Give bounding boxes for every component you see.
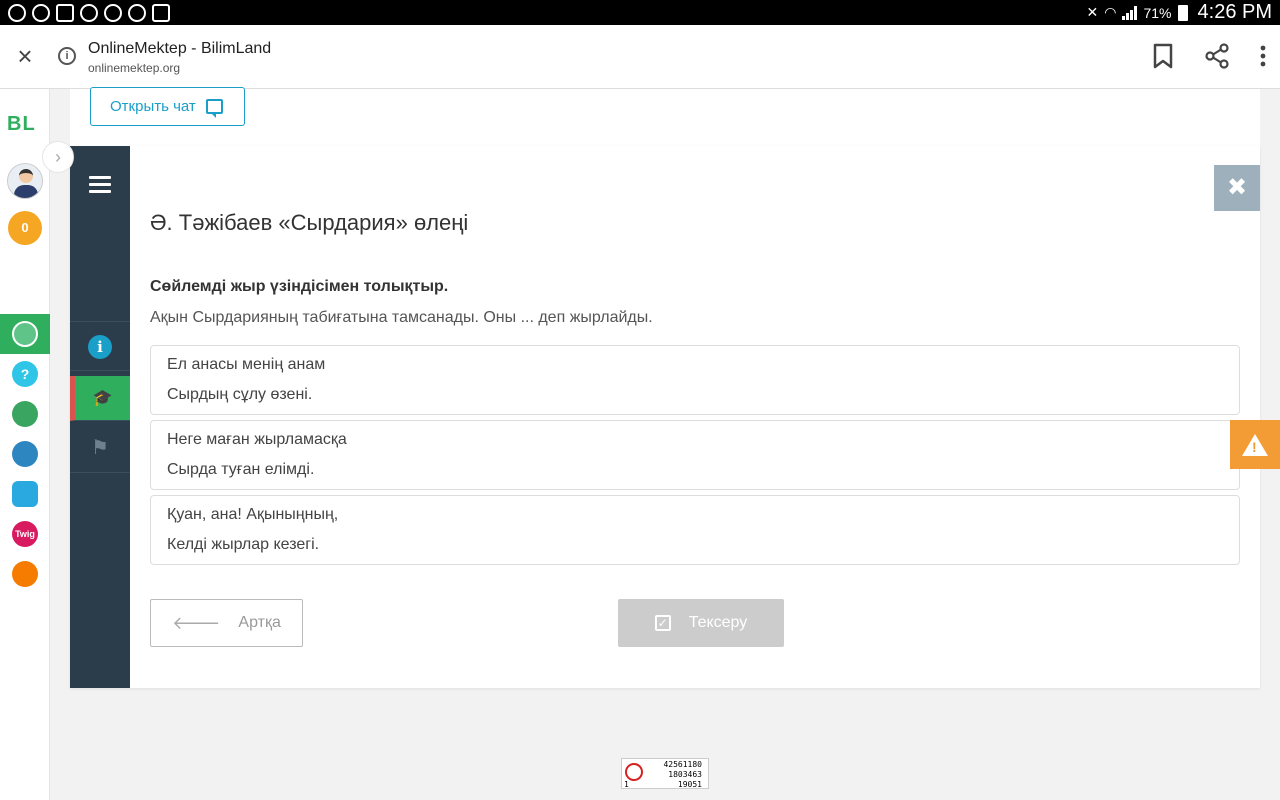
sidebar-item-help[interactable]: ? bbox=[0, 354, 50, 394]
back-label: Артқа bbox=[238, 614, 281, 631]
avatar[interactable] bbox=[7, 163, 43, 199]
lesson-title: Ә. Тәжібаев «Сырдария» өлеңі bbox=[150, 210, 469, 235]
option-line: Келді жырлар кезегі. bbox=[167, 536, 320, 553]
imagine-icon bbox=[12, 561, 38, 587]
counter-logo-icon bbox=[625, 763, 643, 781]
lesson-info-button[interactable]: i bbox=[70, 323, 130, 371]
page-title: OnlineMektep - BilimLand bbox=[88, 40, 272, 57]
bilimland-logo[interactable]: BL bbox=[7, 113, 36, 136]
onlinemektep-icon bbox=[12, 321, 38, 347]
open-chat-button[interactable]: Открыть чат bbox=[90, 87, 245, 126]
warning-icon bbox=[1242, 433, 1268, 456]
task-title: Сөйлемді жыр үзіндісімен толықтыр. bbox=[150, 278, 449, 295]
checkbox-icon: ✓ bbox=[654, 615, 671, 631]
whatsapp-icon bbox=[8, 4, 26, 22]
chrome-icon bbox=[80, 4, 98, 22]
notification-icons bbox=[8, 4, 170, 22]
report-problem-button[interactable] bbox=[1230, 420, 1280, 469]
sidebar-item-onlinemektep[interactable] bbox=[0, 314, 50, 354]
share-icon[interactable] bbox=[1204, 43, 1230, 74]
sidebar-item-test[interactable] bbox=[0, 474, 50, 514]
lesson-card: i 🎓 ⚑ ✖ Ә. Тәжібаев «Сырдария» өлеңі Сөй… bbox=[70, 146, 1260, 688]
bookmark-icon[interactable] bbox=[1152, 43, 1174, 74]
battery-icon bbox=[1177, 4, 1188, 21]
browser-actions bbox=[1152, 43, 1266, 74]
help-icon: ? bbox=[12, 361, 38, 387]
counter-corner: 1 bbox=[624, 780, 629, 789]
app-list: ? Twig bbox=[0, 314, 50, 594]
chrome-icon bbox=[128, 4, 146, 22]
lesson-menu-button[interactable] bbox=[70, 146, 130, 322]
wifi-icon: ◠ bbox=[1104, 4, 1117, 20]
expand-sidebar-button[interactable]: › bbox=[42, 141, 74, 173]
counter-month: 1803463 bbox=[668, 770, 702, 779]
bilimbook-icon bbox=[12, 441, 38, 467]
clock: 4:26 PM bbox=[1197, 1, 1272, 23]
info-icon: i bbox=[88, 334, 112, 359]
check-label: Тексеру bbox=[688, 614, 748, 631]
check-button[interactable]: ✓ Тексеру bbox=[618, 599, 784, 647]
signal-icon bbox=[1122, 5, 1138, 20]
bilimland-icon bbox=[12, 401, 38, 427]
option-line: Қуан, ана! Ақыныңның, bbox=[167, 506, 339, 523]
answer-option[interactable]: Қуан, ана! Ақыныңның, Келді жырлар кезег… bbox=[150, 495, 1240, 565]
sidebar-item-bilimbook[interactable] bbox=[0, 434, 50, 474]
sim-icon bbox=[152, 4, 170, 22]
flag-icon: ⚑ bbox=[91, 436, 109, 459]
graduation-cap-icon: 🎓 bbox=[92, 390, 113, 407]
more-menu-icon[interactable] bbox=[1260, 45, 1266, 72]
browser-toolbar: × i OnlineMektep - BilimLand onlinemekte… bbox=[0, 25, 1280, 89]
site-info-icon[interactable]: i bbox=[58, 47, 76, 65]
battery-percent: 71% bbox=[1143, 4, 1172, 21]
answer-option[interactable]: Неге маған жырламасқа Сырда туған елімді… bbox=[150, 420, 1240, 490]
chrome-icon bbox=[104, 4, 122, 22]
coins-badge[interactable]: 0 bbox=[8, 211, 42, 245]
lesson-task-button[interactable]: 🎓 bbox=[70, 376, 130, 421]
sidebar-item-imagine[interactable] bbox=[0, 554, 50, 594]
option-line: Неге маған жырламасқа bbox=[167, 431, 347, 448]
task-text: Ақын Сырдарияның табиғатына тамсанады. О… bbox=[150, 309, 653, 326]
status-bar: ✕ ◠ 71% 4:26 PM bbox=[0, 0, 1280, 25]
gallery-icon bbox=[56, 4, 74, 22]
page-url: onlinemektep.org bbox=[88, 61, 181, 75]
menu-icon bbox=[89, 176, 111, 197]
visit-counter[interactable]: 42561180 1803463 19051 1 bbox=[621, 758, 709, 789]
answer-option[interactable]: Ел анасы менің анам Сырдың сұлу өзені. bbox=[150, 345, 1240, 415]
card-header bbox=[70, 89, 1260, 146]
arrow-left-icon: 🡐 bbox=[172, 612, 221, 633]
close-tab-button[interactable]: × bbox=[12, 43, 38, 69]
sidebar-item-twig[interactable]: Twig bbox=[0, 514, 50, 554]
mute-icon: ✕ bbox=[1086, 4, 1099, 20]
sidebar-item-bilimland[interactable] bbox=[0, 394, 50, 434]
lesson-flag-button[interactable]: ⚑ bbox=[70, 422, 130, 473]
back-button[interactable]: 🡐 Артқа bbox=[150, 599, 303, 647]
site-sidebar: BL › 0 ? Twig bbox=[0, 89, 74, 800]
option-line: Ел анасы менің анам bbox=[167, 356, 326, 373]
chat-icon bbox=[205, 99, 223, 118]
counter-total: 42561180 bbox=[663, 760, 702, 769]
test-icon bbox=[12, 481, 38, 507]
option-line: Сырдың сұлу өзені. bbox=[167, 386, 313, 403]
chrome-icon bbox=[32, 4, 50, 22]
twig-icon: Twig bbox=[12, 521, 38, 547]
close-lesson-button[interactable]: ✖ bbox=[1214, 165, 1260, 211]
option-line: Сырда туған елімді. bbox=[167, 461, 315, 478]
lesson-nav: i 🎓 ⚑ bbox=[70, 146, 130, 688]
counter-today: 19051 bbox=[677, 780, 702, 789]
status-right: ✕ ◠ 71% 4:26 PM bbox=[1087, 0, 1272, 25]
open-chat-label: Открыть чат bbox=[110, 98, 196, 115]
